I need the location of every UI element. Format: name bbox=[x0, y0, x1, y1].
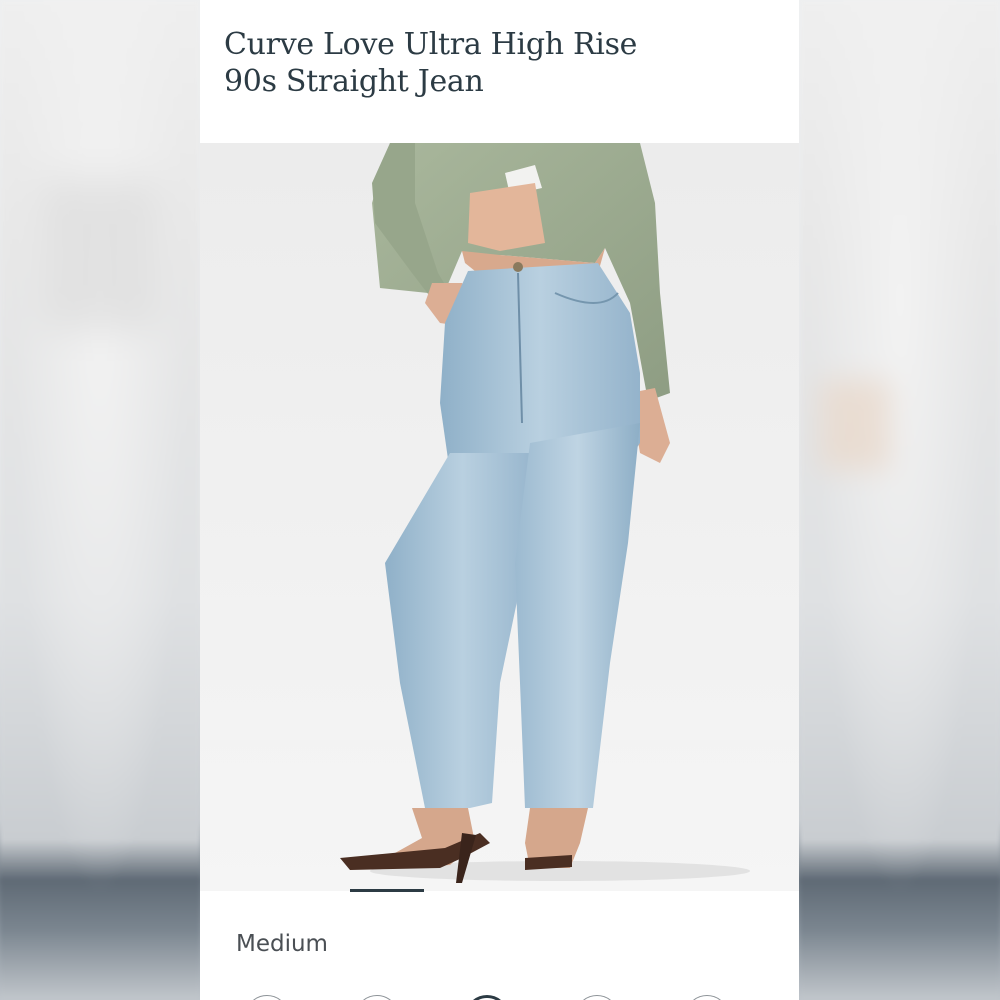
product-title: Curve Love Ultra High Rise 90s Straight … bbox=[224, 26, 744, 100]
blurred-background-right bbox=[800, 0, 1000, 1000]
carousel-active-indicator bbox=[350, 889, 424, 892]
product-photo bbox=[200, 143, 799, 891]
product-page: Curve Love Ultra High Rise 90s Straight … bbox=[200, 0, 799, 1000]
selected-size-label: Medium bbox=[236, 931, 328, 957]
blurred-background-left bbox=[0, 0, 200, 1000]
size-swatch-2[interactable] bbox=[355, 995, 399, 1000]
product-image[interactable] bbox=[200, 143, 799, 891]
product-title-line2: 90s Straight Jean bbox=[224, 64, 484, 99]
product-title-line1: Curve Love Ultra High Rise bbox=[224, 27, 638, 62]
screenshot-stage: Curve Love Ultra High Rise 90s Straight … bbox=[0, 0, 1000, 1000]
size-swatch-3-selected[interactable] bbox=[465, 995, 509, 1000]
size-swatch-4[interactable] bbox=[575, 995, 619, 1000]
size-swatch-1[interactable] bbox=[245, 995, 289, 1000]
size-swatch-5[interactable] bbox=[685, 995, 729, 1000]
